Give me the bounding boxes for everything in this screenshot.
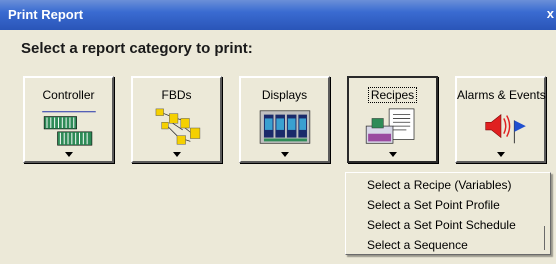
chevron-down-icon[interactable] xyxy=(172,152,181,157)
displays-button[interactable]: Displays xyxy=(239,76,330,163)
displays-label: Displays xyxy=(261,88,308,102)
alarms-events-button[interactable]: Alarms & Events xyxy=(455,76,546,163)
title-bar[interactable]: Print Report x xyxy=(0,0,556,30)
menu-item-recipe-variables[interactable]: Select a Recipe (Variables) xyxy=(367,178,512,192)
chevron-down-icon[interactable] xyxy=(496,152,505,157)
chevron-down-icon[interactable] xyxy=(388,152,397,157)
recipes-dropdown-menu: Select a Recipe (Variables) Select a Set… xyxy=(345,172,551,255)
fbds-button[interactable]: FBDs xyxy=(131,76,222,163)
alarms-events-icon xyxy=(485,114,526,144)
controller-button[interactable]: Controller xyxy=(23,76,114,163)
chevron-down-icon[interactable] xyxy=(64,152,73,157)
recipes-button[interactable]: Recipes xyxy=(347,76,438,163)
displays-icon xyxy=(259,110,311,144)
fbd-icon xyxy=(155,108,201,145)
fbds-label: FBDs xyxy=(161,88,192,102)
close-icon[interactable]: x xyxy=(547,6,554,21)
controller-label: Controller xyxy=(42,88,95,102)
menu-item-set-point-profile[interactable]: Select a Set Point Profile xyxy=(367,198,500,212)
chevron-down-icon[interactable] xyxy=(280,152,289,157)
scroll-edge xyxy=(544,226,556,250)
print-report-dialog: Print Report x Select a report category … xyxy=(0,0,556,264)
category-prompt: Select a report category to print: xyxy=(21,40,253,57)
recipes-icon xyxy=(365,108,415,144)
alarms-events-label: Alarms & Events xyxy=(457,88,546,102)
menu-item-sequence[interactable]: Select a Sequence xyxy=(367,238,468,252)
menu-item-set-point-schedule[interactable]: Select a Set Point Schedule xyxy=(367,218,516,232)
controller-icon xyxy=(42,111,96,146)
window-title: Print Report xyxy=(8,7,84,22)
recipes-label: Recipes xyxy=(349,87,436,103)
